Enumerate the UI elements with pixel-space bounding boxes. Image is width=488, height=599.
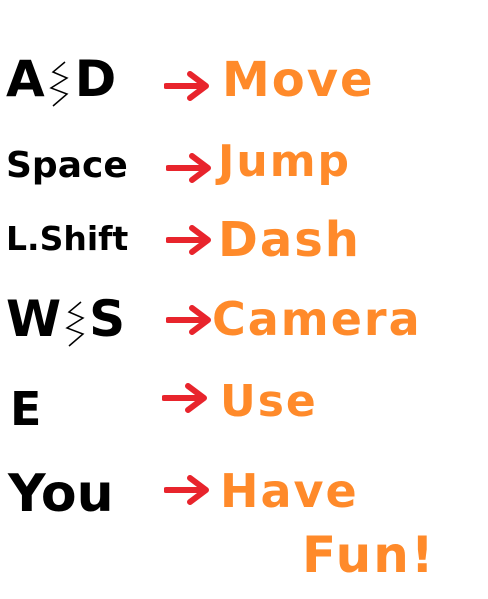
- key-a: A: [6, 50, 45, 108]
- control-key-lshift: L.Shift: [6, 219, 129, 258]
- control-row-have-fun: You Have: [0, 464, 488, 534]
- control-row-dash: L.Shift Dash: [0, 214, 488, 284]
- right-arrow-icon: [162, 383, 207, 413]
- controls-screen: AD Move Space Jump L.Shift Dash WS Camer…: [0, 0, 488, 599]
- control-key-e: E: [10, 382, 42, 436]
- action-dash: Dash: [218, 212, 361, 268]
- key-w: W: [6, 290, 62, 348]
- action-camera: Camera: [212, 292, 422, 346]
- control-key-a-d: AD: [6, 54, 116, 108]
- right-arrow-icon: [166, 305, 211, 335]
- control-row-camera: WS Camera: [0, 290, 488, 360]
- control-row-jump: Space Jump: [0, 140, 488, 210]
- action-have: Have: [220, 464, 359, 518]
- control-key-space: Space: [6, 145, 128, 186]
- ampersand-scribble-icon: [65, 300, 85, 347]
- action-jump: Jump: [218, 136, 352, 187]
- control-key-you: You: [8, 464, 114, 524]
- ampersand-scribble-icon: [49, 60, 69, 107]
- action-move: Move: [222, 52, 375, 108]
- right-arrow-icon: [164, 475, 209, 505]
- right-arrow-icon: [164, 71, 209, 101]
- right-arrow-icon: [166, 153, 211, 183]
- control-row-use: E Use: [0, 380, 488, 450]
- control-row-move: AD Move: [0, 52, 488, 122]
- right-arrow-icon: [166, 225, 211, 255]
- key-d: D: [74, 50, 117, 108]
- control-key-w-s: WS: [6, 294, 125, 348]
- key-s: S: [89, 290, 126, 348]
- closing-fun-text: Fun!: [302, 526, 436, 584]
- action-use: Use: [220, 376, 318, 427]
